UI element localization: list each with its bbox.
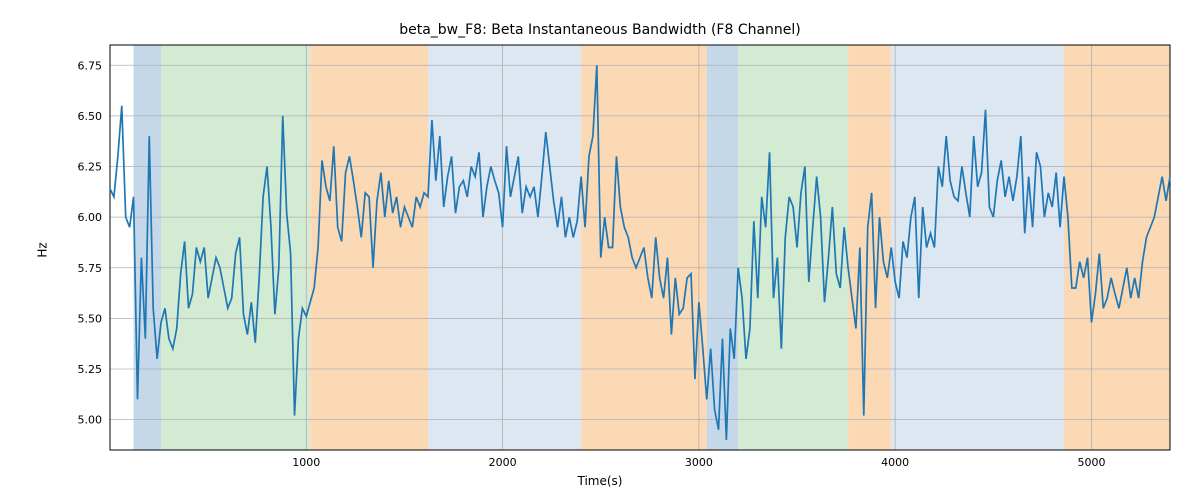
x-tick-label: 2000 bbox=[489, 456, 517, 469]
y-tick-label: 6.00 bbox=[78, 211, 103, 224]
chart-canvas: 1000 2000 3000 4000 5000 5.00 5.25 5.50 5.75 6.00… bbox=[0, 0, 1200, 500]
y-tick-label: 6.25 bbox=[78, 161, 103, 174]
x-tick-label: 4000 bbox=[881, 456, 909, 469]
y-tick-label: 5.25 bbox=[78, 363, 103, 376]
y-tick-label: 6.50 bbox=[78, 110, 103, 123]
y-tick-label: 6.75 bbox=[78, 59, 103, 72]
y-tick-label: 5.50 bbox=[78, 312, 103, 325]
shaded-band bbox=[891, 45, 934, 450]
x-tick-label: 5000 bbox=[1077, 456, 1105, 469]
shaded-band bbox=[428, 45, 581, 450]
shaded-band bbox=[934, 45, 1064, 450]
y-tick-label: 5.00 bbox=[78, 414, 103, 427]
shaded-band bbox=[310, 45, 428, 450]
shaded-band bbox=[848, 45, 891, 450]
x-tick-label: 1000 bbox=[292, 456, 320, 469]
shaded-band bbox=[707, 45, 738, 450]
y-tick-label: 5.75 bbox=[78, 262, 103, 275]
shaded-band bbox=[1064, 45, 1170, 450]
x-tick-label: 3000 bbox=[685, 456, 713, 469]
